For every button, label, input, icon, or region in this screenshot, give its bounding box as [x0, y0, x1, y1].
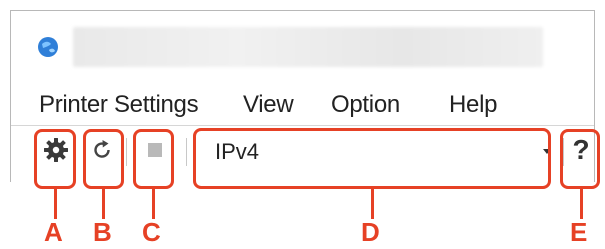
callout-box-b: [83, 129, 124, 189]
callout-box-e: [560, 129, 600, 189]
marker-d: D: [361, 217, 380, 247]
leader-line-e: [580, 189, 583, 219]
marker-c: C: [142, 217, 161, 247]
menu-help[interactable]: Help: [449, 91, 497, 119]
toolbar-separator: [186, 138, 187, 166]
callout-box-a: [34, 129, 76, 189]
leader-line-a: [54, 189, 57, 219]
menu-view[interactable]: View: [243, 91, 294, 119]
marker-a: A: [44, 217, 63, 247]
app-globe-icon: [38, 37, 58, 57]
menu-bar: Printer Settings View Option Help: [11, 87, 594, 125]
window-title-obscured: [73, 27, 543, 67]
marker-e: E: [570, 217, 588, 247]
leader-line-d: [371, 189, 374, 219]
marker-b: B: [93, 217, 112, 247]
menu-option[interactable]: Option: [331, 91, 400, 119]
callout-box-c: [133, 129, 174, 189]
leader-line-c: [152, 189, 155, 219]
toolbar-separator: [126, 138, 127, 166]
callout-box-d: [193, 128, 551, 189]
menu-printer-settings[interactable]: Printer Settings: [39, 91, 199, 119]
title-bar: [11, 11, 594, 83]
leader-line-b: [102, 189, 105, 219]
